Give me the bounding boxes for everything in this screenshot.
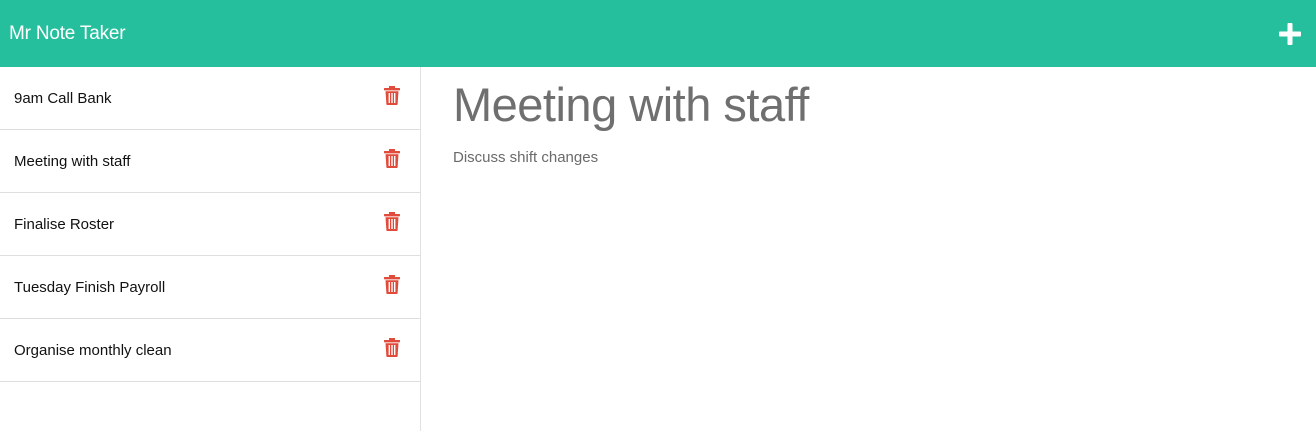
- note-list-item-title: Meeting with staff: [14, 153, 131, 170]
- note-list: 9am Call Bank Meeting with staff Finalis…: [0, 67, 420, 382]
- note-list-item-title: Finalise Roster: [14, 216, 115, 233]
- note-list-item-title: Organise monthly clean: [14, 342, 172, 359]
- trash-icon: [384, 338, 400, 357]
- top-navbar: Mr Note Taker: [0, 0, 1316, 67]
- note-list-item[interactable]: Organise monthly clean: [0, 319, 420, 382]
- note-list-item[interactable]: 9am Call Bank: [0, 67, 420, 130]
- delete-note-button[interactable]: [384, 149, 400, 169]
- note-list-item[interactable]: Meeting with staff: [0, 130, 420, 193]
- new-note-button[interactable]: [1273, 17, 1307, 51]
- note-editor: Meeting with staff Discuss shift changes: [422, 67, 1316, 431]
- trash-icon: [384, 212, 400, 231]
- delete-note-button[interactable]: [384, 86, 400, 106]
- note-title-input[interactable]: Meeting with staff: [453, 79, 1285, 131]
- delete-note-button[interactable]: [384, 338, 400, 358]
- note-list-item-title: 9am Call Bank: [14, 90, 112, 107]
- note-list-item[interactable]: Finalise Roster: [0, 193, 420, 256]
- notes-sidebar: 9am Call Bank Meeting with staff Finalis…: [0, 67, 421, 431]
- delete-note-button[interactable]: [384, 212, 400, 232]
- trash-icon: [384, 275, 400, 294]
- note-text-input[interactable]: Discuss shift changes: [453, 149, 1285, 166]
- trash-icon: [384, 86, 400, 105]
- app-title[interactable]: Mr Note Taker: [9, 23, 126, 45]
- note-list-item[interactable]: Tuesday Finish Payroll: [0, 256, 420, 319]
- plus-icon: [1279, 22, 1301, 45]
- note-list-item-title: Tuesday Finish Payroll: [14, 279, 166, 296]
- delete-note-button[interactable]: [384, 275, 400, 295]
- trash-icon: [384, 149, 400, 168]
